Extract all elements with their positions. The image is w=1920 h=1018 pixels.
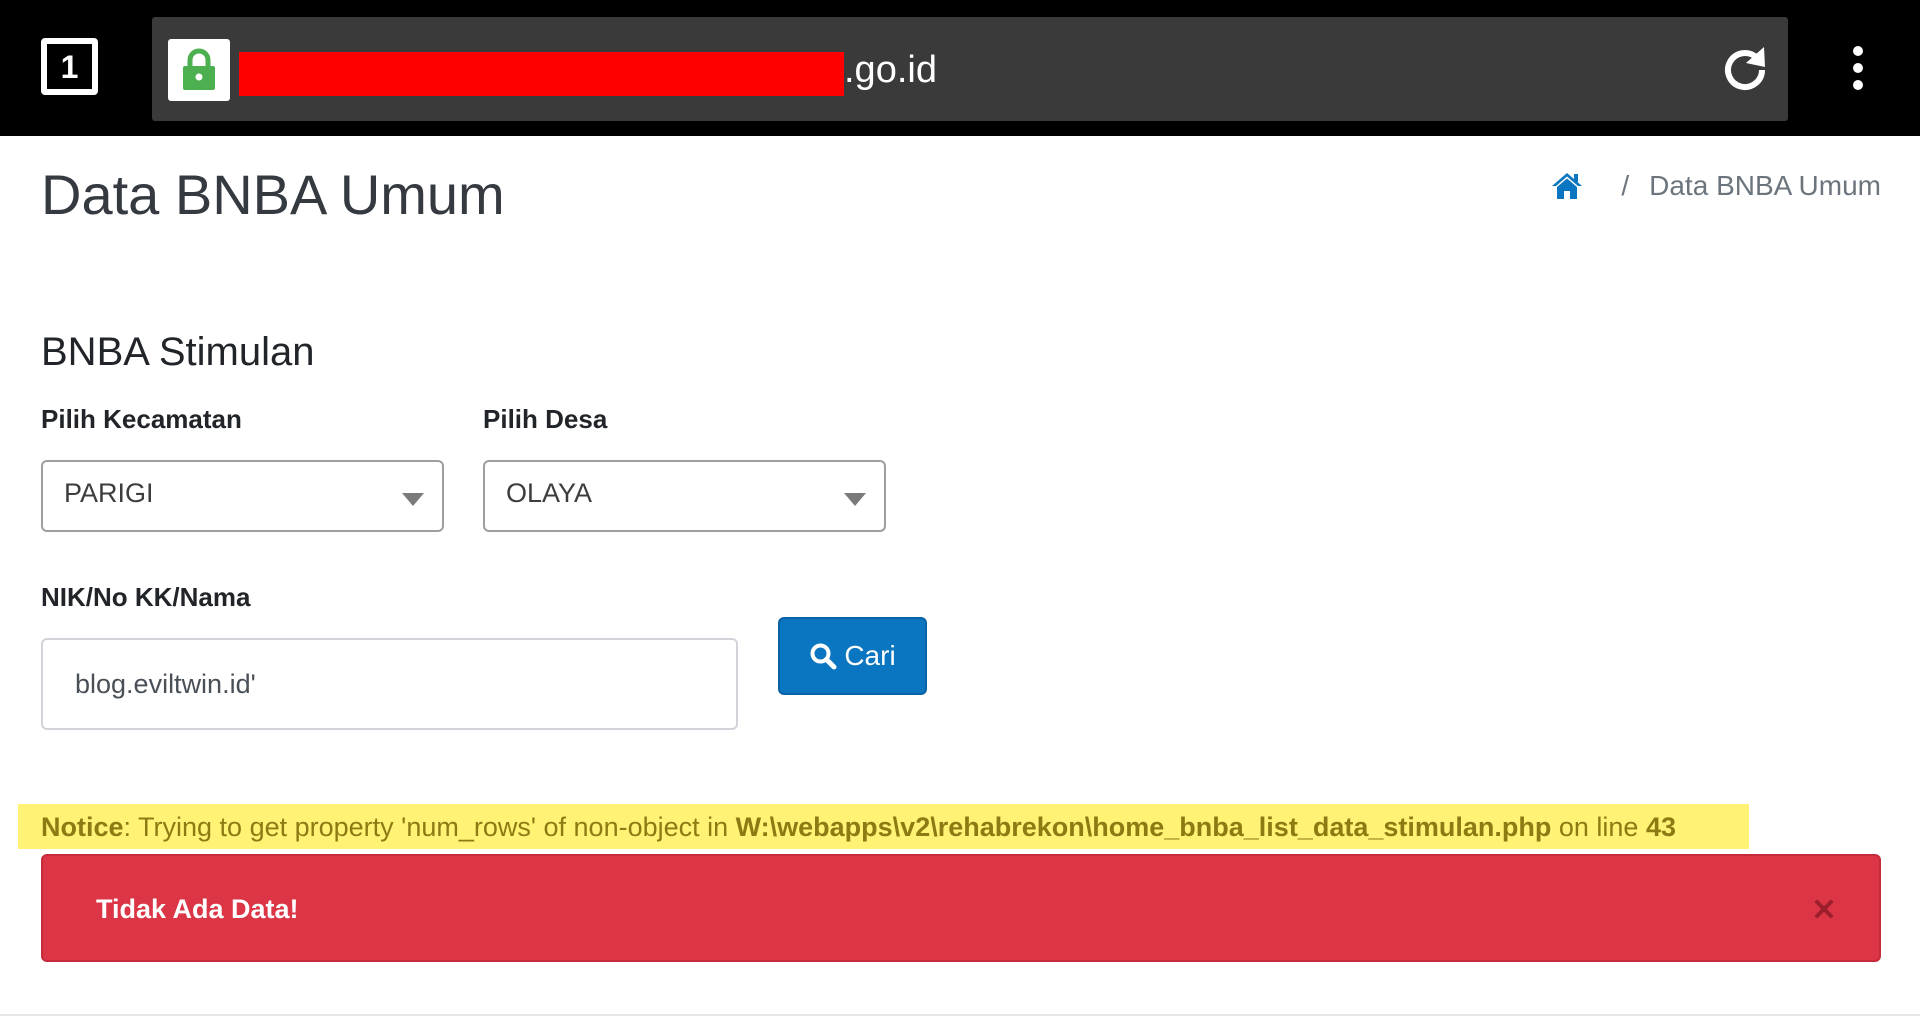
search-button-label: Cari bbox=[844, 640, 896, 671]
notice-on-line: on line bbox=[1551, 812, 1646, 842]
search-input-value: blog.eviltwin.id' bbox=[75, 669, 256, 699]
alert-message: Tidak Ada Data! bbox=[96, 894, 299, 924]
no-data-alert: Tidak Ada Data! bbox=[41, 854, 1881, 962]
reload-icon[interactable] bbox=[1718, 43, 1772, 97]
search-button[interactable]: Cari bbox=[778, 617, 927, 695]
kecamatan-selected-value: PARIGI bbox=[64, 478, 154, 508]
breadcrumb-separator: / bbox=[1621, 170, 1630, 201]
home-icon[interactable] bbox=[1551, 170, 1583, 202]
chevron-down-icon bbox=[844, 493, 866, 506]
tab-count: 1 bbox=[60, 48, 79, 85]
php-notice: Notice: Trying to get property 'num_rows… bbox=[18, 804, 1749, 849]
kecamatan-select[interactable]: PARIGI bbox=[41, 460, 444, 532]
lock-icon[interactable] bbox=[168, 39, 230, 101]
desa-selected-value: OLAYA bbox=[506, 478, 593, 508]
desa-label: Pilih Desa bbox=[483, 404, 608, 434]
page-title: Data BNBA Umum bbox=[41, 163, 505, 226]
close-icon[interactable] bbox=[1809, 894, 1839, 924]
notice-file-path: W:\webapps\v2\rehabrekon\home_bnba_list_… bbox=[735, 812, 1552, 842]
search-icon bbox=[810, 643, 837, 670]
breadcrumb-current: Data BNBA Umum bbox=[1649, 170, 1881, 201]
section-title: BNBA Stimulan bbox=[41, 330, 315, 374]
notice-message: : Trying to get property 'num_rows' of n… bbox=[123, 812, 736, 842]
address-bar[interactable]: .go.id bbox=[152, 17, 1788, 121]
search-input[interactable]: blog.eviltwin.id' bbox=[41, 638, 738, 730]
notice-prefix: Notice bbox=[41, 812, 124, 842]
notice-line-number: 43 bbox=[1645, 812, 1676, 842]
kecamatan-label: Pilih Kecamatan bbox=[41, 404, 242, 434]
bottom-divider bbox=[0, 1014, 1920, 1016]
url-text: .go.id bbox=[844, 49, 937, 91]
browser-toolbar: 1 .go.id bbox=[0, 0, 1920, 136]
more-vert-icon[interactable] bbox=[1843, 38, 1873, 98]
desa-select[interactable]: OLAYA bbox=[483, 460, 886, 532]
chevron-down-icon bbox=[402, 493, 424, 506]
search-label: NIK/No KK/Nama bbox=[41, 582, 251, 612]
breadcrumb: / Data BNBA Umum bbox=[1551, 170, 1881, 202]
tab-switcher-button[interactable]: 1 bbox=[41, 38, 98, 95]
url-redaction bbox=[239, 52, 844, 96]
